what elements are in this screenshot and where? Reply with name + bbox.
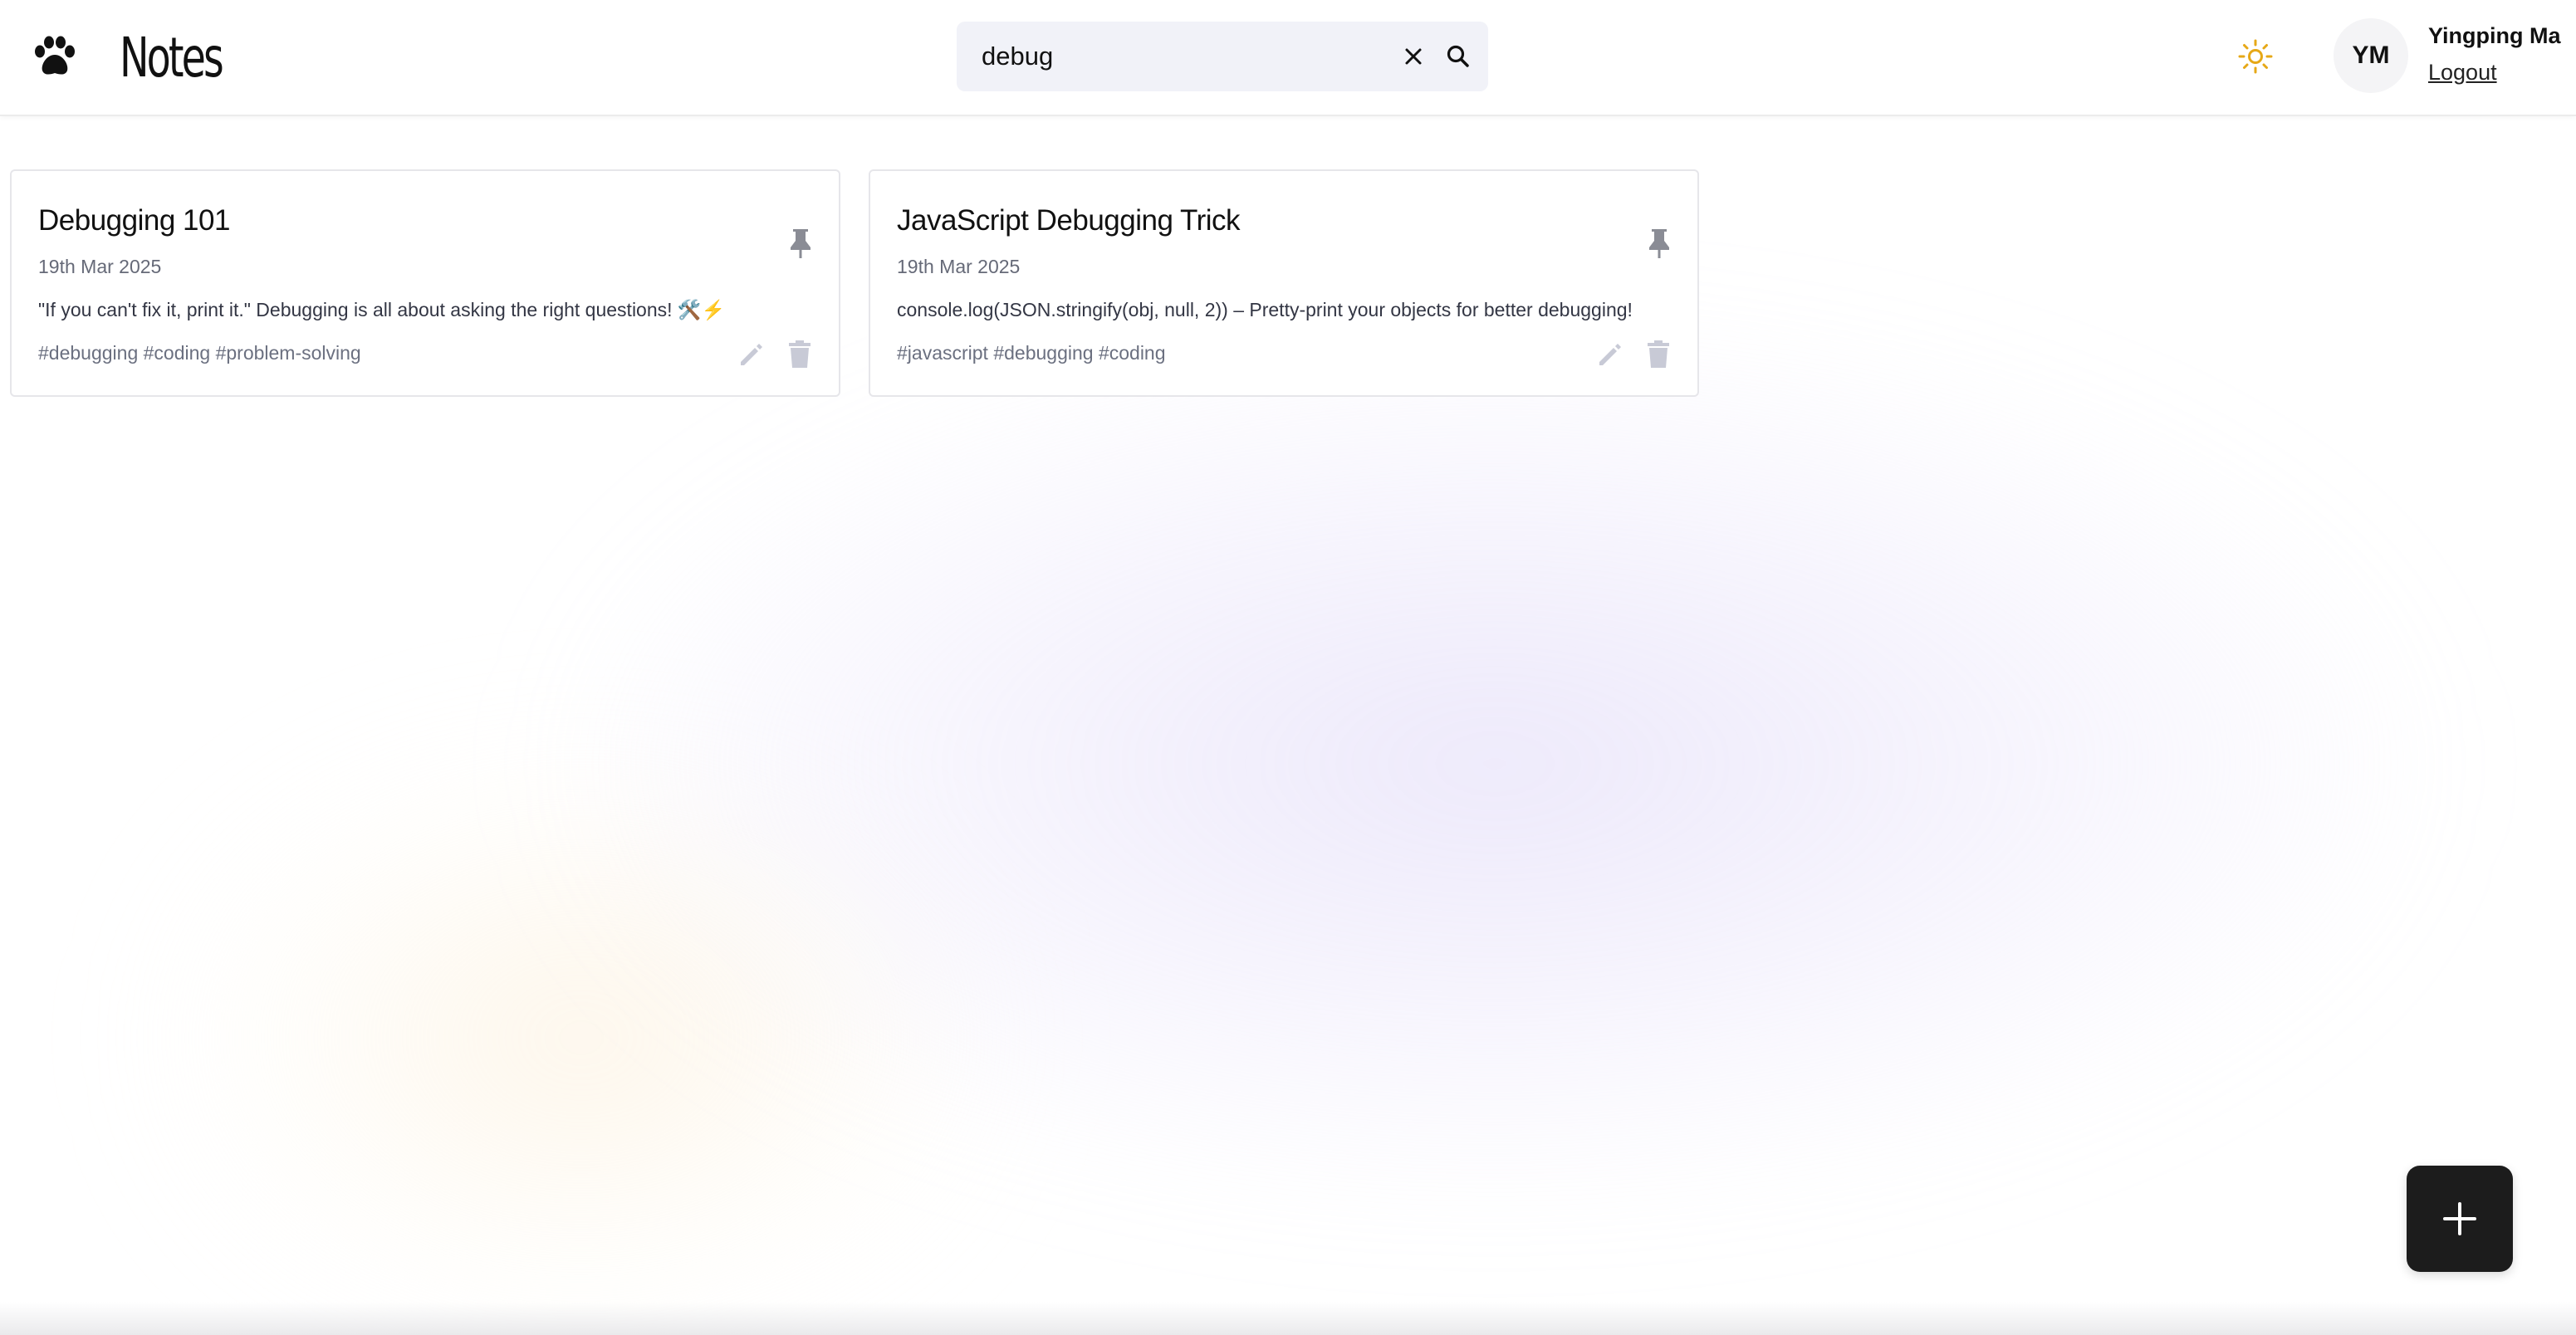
- pin-icon[interactable]: [1643, 226, 1676, 261]
- note-content: "If you can't fix it, print it." Debuggi…: [38, 299, 726, 320]
- search-input[interactable]: [982, 22, 1380, 91]
- app-title[interactable]: Notes: [120, 25, 224, 91]
- trash-icon[interactable]: [1644, 339, 1672, 370]
- note-title: Debugging 101: [38, 204, 230, 237]
- pencil-icon[interactable]: [736, 339, 767, 370]
- note-tags: #javascript #debugging #coding: [897, 342, 1166, 364]
- trash-icon[interactable]: [786, 339, 814, 370]
- plus-icon: [2443, 1202, 2476, 1235]
- pin-icon[interactable]: [784, 226, 817, 261]
- note-content: console.log(JSON.stringify(obj, null, 2)…: [897, 299, 1633, 320]
- add-note-button[interactable]: [2407, 1166, 2513, 1272]
- note-date: 19th Mar 2025: [897, 256, 1021, 277]
- avatar: YM: [2334, 18, 2408, 93]
- note-card[interactable]: JavaScript Debugging Trick 19th Mar 2025…: [869, 169, 1699, 397]
- background-glow: [581, 349, 2408, 1179]
- search-bar: [957, 22, 1488, 91]
- sun-icon[interactable]: [2237, 38, 2274, 75]
- note-title: JavaScript Debugging Trick: [897, 204, 1241, 237]
- close-icon[interactable]: [1397, 40, 1430, 73]
- search-icon[interactable]: [1442, 40, 1475, 73]
- bottom-fade: [0, 1302, 2576, 1335]
- user-name: Yingping Ma: [2428, 23, 2561, 48]
- note-card[interactable]: Debugging 101 19th Mar 2025 "If you can'…: [10, 169, 840, 397]
- pencil-icon[interactable]: [1594, 339, 1626, 370]
- background-glow-warm: [166, 747, 997, 1328]
- note-date: 19th Mar 2025: [38, 256, 162, 277]
- paw-icon: [35, 36, 75, 75]
- logout-link[interactable]: Logout: [2428, 60, 2497, 86]
- top-navbar: Notes YM Yingping Ma Logout: [0, 0, 2576, 116]
- note-tags: #debugging #coding #problem-solving: [38, 342, 361, 364]
